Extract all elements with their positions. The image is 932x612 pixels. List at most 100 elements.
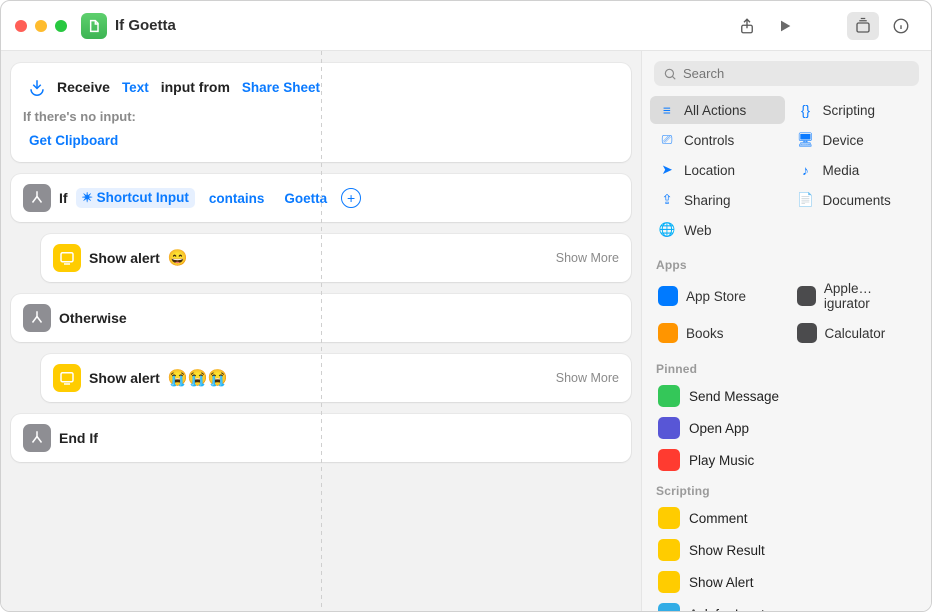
category-device[interactable]: 🖥 Device [789, 126, 924, 154]
category-label: Web [684, 223, 712, 238]
action-play-music[interactable]: Play Music [650, 444, 923, 476]
action-show-result[interactable]: Show Result [650, 534, 923, 566]
action-label: Ask for Input [689, 607, 765, 612]
action-label: Show alert [89, 370, 160, 386]
app-label: App Store [686, 289, 746, 304]
action-library-sidebar: ≡ All Actions {} Scripting ⎚Controls 🖥 Device ➤… [641, 51, 931, 611]
workflow-editor[interactable]: Receive Text input from Share Sheet If t… [1, 51, 641, 611]
receive-label: Receive [57, 79, 110, 95]
category-label: Media [823, 163, 860, 178]
category-sharing[interactable]: ⇪ Sharing [650, 186, 785, 214]
action-icon [658, 385, 680, 407]
minimize-button[interactable] [35, 20, 47, 32]
category-label: All Actions [684, 103, 746, 118]
app-label: Books [686, 326, 724, 341]
app-label: Calculator [825, 326, 886, 341]
add-condition-button[interactable]: + [341, 188, 361, 208]
zoom-button[interactable] [55, 20, 67, 32]
category-documents[interactable]: 📄 Documents [789, 186, 924, 214]
pinned-header: Pinned [650, 354, 923, 380]
action-label: Send Message [689, 389, 779, 404]
alert-message-preview[interactable]: 😭😭😭 [168, 368, 228, 388]
category-icon: 🌐 [658, 221, 676, 239]
action-send-message[interactable]: Send Message [650, 380, 923, 412]
otherwise-card[interactable]: Otherwise [11, 294, 631, 342]
category-label: Device [823, 133, 864, 148]
if-value-token[interactable]: Goetta [278, 189, 333, 208]
traffic-lights [15, 20, 67, 32]
category-label: Sharing [684, 193, 731, 208]
action-label: Show Alert [689, 575, 754, 590]
action-icon [658, 571, 680, 593]
category-web[interactable]: 🌐 Web [650, 216, 785, 244]
shortcut-icon [81, 13, 107, 39]
input-type-token[interactable]: Text [116, 78, 155, 97]
endif-card[interactable]: End If [11, 414, 631, 462]
no-input-label: If there's no input: [23, 109, 619, 128]
category-all-actions[interactable]: ≡ All Actions [650, 96, 785, 124]
endif-label: End If [59, 430, 98, 446]
category-icon: ♪ [797, 161, 815, 179]
action-icon [658, 603, 680, 611]
alert-message-preview[interactable]: 😄 [168, 248, 188, 268]
action-label: Show alert [89, 250, 160, 266]
action-show-alert[interactable]: Show Alert [650, 566, 923, 598]
input-source-token[interactable]: Share Sheet [236, 78, 326, 97]
receive-icon [23, 73, 51, 101]
category-icon: ⇪ [658, 191, 676, 209]
branch-icon [23, 304, 51, 332]
action-icon [658, 539, 680, 561]
fallback-action-token[interactable]: Get Clipboard [23, 131, 124, 150]
info-button[interactable] [885, 12, 917, 40]
search-input[interactable] [683, 66, 910, 81]
receive-input-card[interactable]: Receive Text input from Share Sheet If t… [11, 63, 631, 162]
category-icon: 📄 [797, 191, 815, 209]
close-button[interactable] [15, 20, 27, 32]
app-apple-igurator[interactable]: Apple…igurator [789, 276, 924, 316]
app-app-store[interactable]: App Store [650, 276, 785, 316]
titlebar: If Goetta [1, 1, 931, 51]
show-more-button[interactable]: Show More [556, 371, 619, 385]
app-calculator[interactable]: Calculator [789, 318, 924, 348]
if-label: If [59, 190, 68, 206]
category-scripting[interactable]: {} Scripting [789, 96, 924, 124]
action-label: Comment [689, 511, 748, 526]
show-alert-card-2[interactable]: Show alert 😭😭😭 Show More [41, 354, 631, 402]
run-button[interactable] [769, 12, 801, 40]
if-variable-token[interactable]: ✴︎ Shortcut Input [76, 188, 195, 208]
action-label: Open App [689, 421, 749, 436]
if-card[interactable]: If ✴︎ Shortcut Input contains Goetta + [11, 174, 631, 222]
action-icon [658, 507, 680, 529]
share-button[interactable] [731, 12, 763, 40]
if-condition-token[interactable]: contains [203, 189, 271, 208]
app-window: If Goetta Receive Text [0, 0, 932, 612]
action-comment[interactable]: Comment [650, 502, 923, 534]
apps-header: Apps [650, 250, 923, 276]
category-location[interactable]: ➤Location [650, 156, 785, 184]
search-field[interactable] [654, 61, 919, 86]
app-icon [658, 286, 678, 306]
app-icon [797, 323, 817, 343]
action-open-app[interactable]: Open App [650, 412, 923, 444]
show-more-button[interactable]: Show More [556, 251, 619, 265]
library-toggle-button[interactable] [847, 12, 879, 40]
category-label: Scripting [823, 103, 876, 118]
branch-icon [23, 184, 51, 212]
app-icon [797, 286, 816, 306]
category-icon: {} [797, 101, 815, 119]
action-ask-for-input[interactable]: Ask for Input [650, 598, 923, 611]
alert-icon [53, 364, 81, 392]
category-controls[interactable]: ⎚Controls [650, 126, 785, 154]
branch-icon [23, 424, 51, 452]
category-icon: 🖥 [797, 131, 815, 149]
receive-mid-label: input from [161, 79, 230, 95]
app-books[interactable]: Books [650, 318, 785, 348]
scripting-header: Scripting [650, 476, 923, 502]
action-label: Play Music [689, 453, 754, 468]
category-icon: ≡ [658, 101, 676, 119]
show-alert-card-1[interactable]: Show alert 😄 Show More [41, 234, 631, 282]
app-label: Apple…igurator [824, 281, 915, 311]
category-media[interactable]: ♪ Media [789, 156, 924, 184]
category-label: Documents [823, 193, 891, 208]
category-icon: ➤ [658, 161, 676, 179]
